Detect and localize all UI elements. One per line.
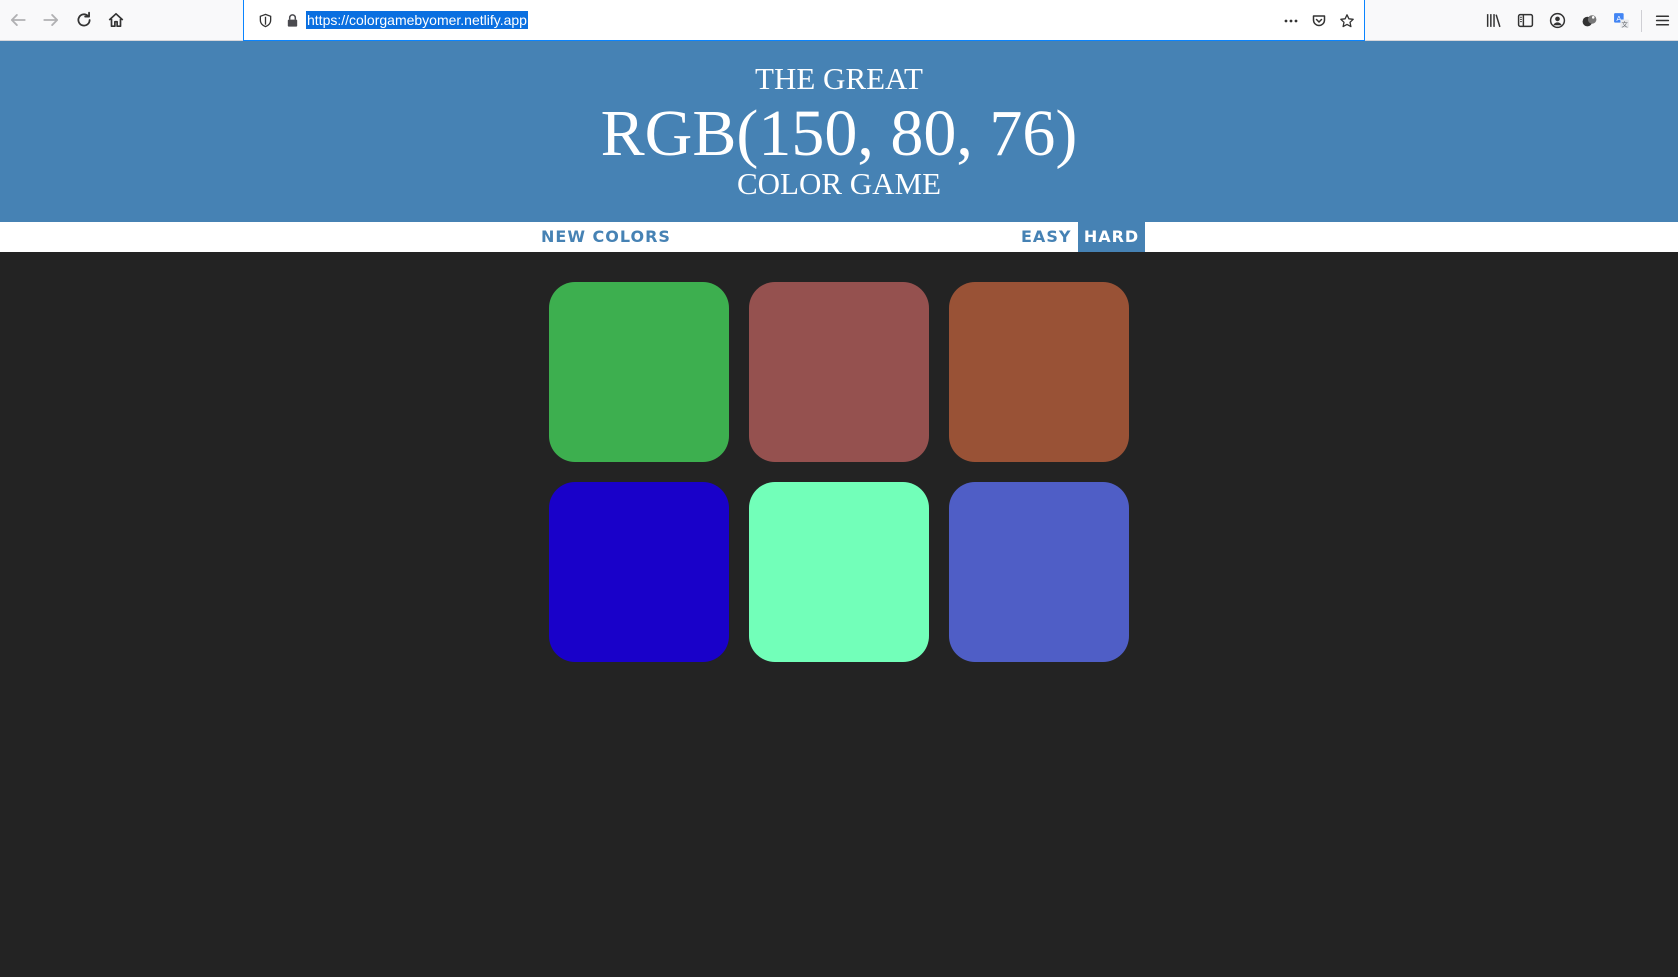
sidebar-button[interactable] [1509, 5, 1541, 37]
target-rgb-display: RGB(150, 80, 76) [600, 97, 1078, 170]
game-header: THE GREAT RGB(150, 80, 76) COLOR GAME [0, 41, 1678, 222]
bookmark-button[interactable] [1336, 10, 1358, 32]
color-square-5[interactable] [749, 482, 929, 662]
site-info-button[interactable] [280, 0, 304, 41]
control-stripe: NEW COLORS EASY HARD [0, 222, 1678, 252]
home-icon [108, 12, 124, 28]
account-button[interactable] [1541, 5, 1573, 37]
url-text[interactable]: https://colorgamebyomer.netlify.app [306, 11, 528, 29]
home-button[interactable] [101, 5, 131, 35]
reload-button[interactable] [69, 5, 99, 35]
browser-toolbar: https://colorgamebyomer.netlify.app A 文 [0, 0, 1678, 41]
color-square-3[interactable] [949, 282, 1129, 462]
easy-mode-button[interactable]: EASY [1013, 222, 1079, 252]
translate-button[interactable]: A文 [1605, 5, 1637, 37]
url-bar[interactable]: https://colorgamebyomer.netlify.app [243, 0, 1365, 41]
translate-icon: A文 [1613, 13, 1629, 28]
color-squares-grid [549, 282, 1131, 664]
page-actions-button[interactable] [1280, 10, 1302, 32]
lock-icon [287, 13, 297, 27]
color-square-2[interactable] [749, 282, 929, 462]
pocket-icon [1312, 14, 1326, 26]
svg-text:文: 文 [1621, 19, 1628, 28]
page-body: THE GREAT RGB(150, 80, 76) COLOR GAME NE… [0, 41, 1678, 977]
extension-button[interactable] [1573, 5, 1605, 37]
account-icon [1549, 12, 1565, 29]
title-line-3: COLOR GAME [736, 166, 942, 201]
shield-icon [259, 13, 271, 27]
tracking-protection-button[interactable] [250, 0, 280, 41]
hamburger-menu-icon [1655, 15, 1669, 26]
more-dots-icon [1284, 19, 1298, 22]
color-square-6[interactable] [949, 482, 1129, 662]
hard-mode-button[interactable]: HARD [1078, 222, 1145, 252]
sidebar-icon [1517, 13, 1533, 28]
forward-arrow-icon [43, 14, 59, 26]
reload-icon [77, 11, 91, 27]
toolbar-separator [1641, 9, 1642, 32]
open-menu-button[interactable] [1646, 5, 1678, 37]
new-colors-button[interactable]: NEW COLORS [533, 222, 679, 252]
back-button[interactable] [3, 5, 33, 35]
star-icon [1340, 13, 1354, 27]
title-line-1: THE GREAT [755, 61, 923, 96]
color-square-1[interactable] [549, 282, 729, 462]
library-icon [1486, 14, 1501, 28]
library-button[interactable] [1477, 5, 1509, 37]
extension-icon [1582, 15, 1596, 27]
forward-button[interactable] [36, 5, 66, 35]
color-square-4[interactable] [549, 482, 729, 662]
back-arrow-icon [10, 14, 26, 26]
pocket-button[interactable] [1308, 10, 1330, 32]
